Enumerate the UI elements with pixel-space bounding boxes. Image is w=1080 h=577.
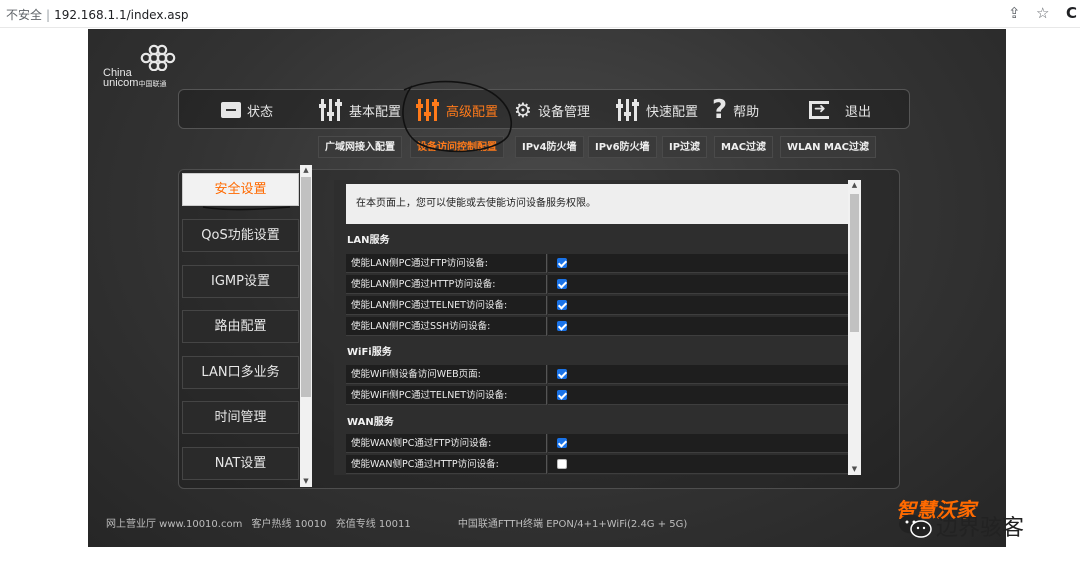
footer-hotline: 客户热线 10010 [251, 519, 327, 530]
setting-row: 使能WAN侧PC通过HTTP访问设备: [346, 455, 848, 474]
side-item-security[interactable]: 安全设置 [182, 173, 299, 206]
footer-online-hall[interactable]: 网上营业厅 www.10010.com [106, 519, 242, 530]
subtab-mac-filter[interactable]: MAC过滤 [714, 136, 774, 158]
exit-icon [809, 100, 829, 119]
scroll-up-arrow-icon[interactable]: ▲ [300, 165, 312, 176]
main-nav: 状态 基本配置 高级配置 ⚙ 设备管理 快速配置 ? 帮助 退出 [178, 89, 910, 129]
nav-advanced-config-label: 高级配置 [446, 104, 499, 120]
subtab-device-access-control[interactable]: 设备访问控制配置 [410, 136, 504, 158]
nav-device-management-label: 设备管理 [537, 104, 590, 120]
side-item-time-management[interactable]: 时间管理 [182, 401, 299, 434]
side-item-routing[interactable]: 路由配置 [182, 310, 299, 343]
nav-status-label: 状态 [247, 104, 274, 120]
gears-icon: ⚙ [514, 98, 532, 122]
sliders-icon [319, 99, 343, 121]
setting-label: 使能LAN侧PC通过FTP访问设备: [346, 254, 547, 273]
wan-http-checkbox[interactable] [557, 459, 567, 469]
question-icon: ? [712, 95, 728, 125]
lan-ftp-checkbox[interactable] [557, 258, 567, 268]
logo-wordmark: China unicom中国联通 [103, 68, 166, 90]
side-item-qos[interactable]: QoS功能设置 [182, 219, 299, 252]
section-title-wifi: WiFi服务 [347, 347, 392, 358]
setting-row: 使能WiFi侧设备访问WEB页面: [346, 365, 848, 384]
nav-basic-config-label: 基本配置 [349, 104, 402, 120]
setting-label: 使能LAN侧PC通过SSH访问设备: [346, 317, 547, 336]
setting-label: 使能LAN侧PC通过TELNET访问设备: [346, 296, 547, 315]
extension-icon[interactable]: C [1066, 4, 1077, 22]
lan-telnet-checkbox[interactable] [557, 300, 567, 310]
footer-charge-line: 充值专线 10011 [335, 519, 411, 530]
panel-scroll-thumb[interactable] [850, 194, 859, 332]
setting-row: 使能LAN侧PC通过TELNET访问设备: [346, 296, 848, 315]
setting-row: 使能LAN侧PC通过HTTP访问设备: [346, 275, 848, 294]
china-unicom-logo: China unicom中国联通 [103, 41, 193, 91]
side-menu-scroll-thumb[interactable] [301, 177, 311, 397]
sliders-icon [416, 99, 440, 121]
bookmark-star-icon[interactable]: ☆ [1036, 4, 1049, 22]
nav-advanced-config[interactable]: 高级配置 [416, 98, 498, 122]
scroll-down-arrow-icon[interactable]: ▼ [300, 476, 312, 487]
side-item-lan-multi-service[interactable]: LAN口多业务 [182, 356, 299, 389]
setting-label: 使能WiFi侧PC通过TELNET访问设备: [346, 386, 547, 405]
nav-basic-config[interactable]: 基本配置 [319, 98, 401, 122]
logo-line2-cn: 中国联通 [138, 81, 167, 88]
page-footer: 网上营业厅 www.10010.com 客户热线 10010 充值专线 1001… [106, 515, 693, 530]
share-icon[interactable]: ⇪ [1008, 4, 1021, 22]
subtab-wan-access[interactable]: 广域网接入配置 [318, 136, 402, 158]
wan-ftp-checkbox[interactable] [557, 438, 567, 448]
setting-label: 使能WAN侧PC通过HTTP访问设备: [346, 455, 547, 474]
section-title-lan: LAN服务 [347, 235, 390, 246]
sliders-icon [616, 99, 640, 121]
intro-text: 在本页面上，您可以使能或去使能访问设备服务权限。 [346, 184, 848, 224]
section-title-wan: WAN服务 [347, 417, 394, 428]
nav-exit[interactable]: 退出 [809, 98, 871, 122]
setting-label: 使能LAN侧PC通过HTTP访问设备: [346, 275, 547, 294]
subtab-ip-filter[interactable]: IP过滤 [662, 136, 708, 158]
url-text[interactable]: 192.168.1.1/index.asp [54, 8, 188, 22]
setting-row: 使能WAN侧PC通过FTP访问设备: [346, 434, 848, 453]
wechat-watermark: 边界骇客 [898, 510, 1024, 542]
side-item-nat[interactable]: NAT设置 [182, 447, 299, 480]
access-control-panel: 在本页面上，您可以使能或去使能访问设备服务权限。 LAN服务 使能LAN侧PC通… [334, 180, 861, 475]
setting-row: 使能LAN侧PC通过FTP访问设备: [346, 254, 848, 273]
setting-row: 使能WiFi侧PC通过TELNET访问设备: [346, 386, 848, 405]
subtab-ipv4-firewall[interactable]: IPv4防火墙 [515, 136, 584, 158]
wechat-bubble-icon [899, 514, 932, 538]
router-admin-page: China unicom中国联通 状态 基本配置 高级配置 ⚙ 设备管理 快速配… [88, 29, 1006, 547]
setting-row: 使能LAN侧PC通过SSH访问设备: [346, 317, 848, 336]
address-text[interactable]: 不安全 | 192.168.1.1/index.asp [6, 6, 189, 23]
wifi-telnet-checkbox[interactable] [557, 390, 567, 400]
lan-ssh-checkbox[interactable] [557, 321, 567, 331]
nav-exit-label: 退出 [845, 104, 872, 120]
subtab-wlan-mac-filter[interactable]: WLAN MAC过滤 [780, 136, 877, 158]
side-menu: 安全设置 QoS功能设置 IGMP设置 路由配置 LAN口多业务 时间管理 NA… [182, 165, 312, 487]
scroll-up-arrow-icon[interactable]: ▲ [848, 180, 861, 191]
wechat-account-name: 边界骇客 [936, 516, 1025, 541]
subtab-ipv6-firewall[interactable]: IPv6防火墙 [588, 136, 657, 158]
panel-scrollbar[interactable]: ▲ ▼ [848, 180, 861, 475]
browser-address-bar[interactable]: 不安全 | 192.168.1.1/index.asp ⇪ ☆ C [0, 0, 1080, 28]
setting-label: 使能WAN侧PC通过FTP访问设备: [346, 434, 547, 453]
scroll-down-arrow-icon[interactable]: ▼ [848, 464, 861, 475]
nav-help[interactable]: ? 帮助 [712, 95, 760, 125]
insecure-label[interactable]: 不安全 [6, 8, 42, 22]
monitor-icon [221, 102, 241, 118]
logo-line2: unicom [103, 77, 139, 89]
nav-status[interactable]: 状态 [221, 98, 273, 122]
side-item-igmp[interactable]: IGMP设置 [182, 265, 299, 298]
address-separator: | [46, 8, 51, 22]
side-menu-scrollbar[interactable]: ▲ ▼ [300, 165, 312, 487]
nav-device-management[interactable]: ⚙ 设备管理 [514, 98, 590, 122]
setting-label: 使能WiFi侧设备访问WEB页面: [346, 365, 547, 384]
wifi-web-checkbox[interactable] [557, 369, 567, 379]
nav-help-label: 帮助 [733, 104, 760, 120]
footer-device-model: 中国联通FTTH终端 EPON/4+1+WiFi(2.4G + 5G) [457, 519, 688, 530]
lan-http-checkbox[interactable] [557, 279, 567, 289]
nav-quick-config-label: 快速配置 [646, 104, 699, 120]
nav-quick-config[interactable]: 快速配置 [616, 98, 698, 122]
